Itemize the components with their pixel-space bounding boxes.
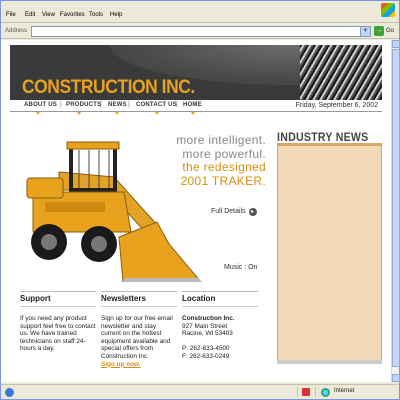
newsletters-body: Sign up for our free email newsletter an… — [101, 315, 177, 368]
internet-zone-icon — [321, 388, 330, 397]
arrow-right-icon: ▸ — [248, 208, 257, 216]
tagline-line-4: 2001 TRAKER. — [180, 173, 266, 188]
status-divider — [297, 387, 298, 397]
support-text: If you need any product support feel fre… — [20, 315, 96, 353]
menu-edit[interactable]: Edit — [25, 12, 35, 18]
go-button[interactable]: Go — [386, 28, 394, 34]
site-nav: ABOUT US | PRODUCTS | NEWS | CONTACT US … — [10, 100, 382, 112]
menu-view[interactable]: View — [42, 12, 55, 18]
divider — [101, 306, 177, 307]
support-heading: Support — [20, 294, 51, 303]
nav-marker-icon — [115, 112, 119, 115]
tagline-line-2: more powerful. — [182, 146, 266, 161]
nav-marker-icon — [155, 112, 159, 115]
menu-tools[interactable]: Tools — [89, 12, 103, 18]
address-label: Address — [5, 28, 28, 34]
nav-contact-us[interactable]: CONTACT US — [136, 102, 177, 108]
location-fax: F: 262-633-0249 — [182, 352, 230, 360]
divider — [182, 291, 258, 292]
divider — [101, 291, 177, 292]
nav-separator: | — [176, 101, 178, 108]
divider — [20, 291, 96, 292]
location-city: Racine, WI 53403 — [182, 330, 233, 338]
site-header-banner: CONSTRUCTION INC. — [10, 45, 382, 100]
nav-news[interactable]: NEWS — [108, 102, 127, 108]
location-body: Construction Inc. 927 Main Street Racine… — [182, 315, 258, 361]
full-details-link[interactable]: Full Details ▸ — [211, 208, 257, 216]
scroll-down-icon[interactable] — [392, 374, 400, 382]
status-divider — [315, 387, 316, 397]
tagline-line-3: the redesigned — [182, 160, 266, 174]
windows-logo-icon — [381, 3, 395, 17]
hero-tagline: more intelligent. more powerful. the red… — [146, 133, 266, 188]
sign-up-link[interactable]: Sign up now. — [101, 361, 141, 368]
status-bar: Internet — [1, 384, 399, 399]
page-viewport: CONSTRUCTION INC. ABOUT US | PRODUCTS | … — [1, 40, 391, 382]
location-phone: P: 262-633-4500 — [182, 345, 230, 353]
vertical-scrollbar[interactable] — [391, 40, 400, 382]
address-bar: Address ▼ → Go — [1, 24, 399, 39]
header-machine-photo — [300, 45, 382, 100]
nav-marker-icon — [191, 112, 195, 115]
newsletters-heading: Newsletters — [101, 294, 146, 303]
menu-bar: File Edit View Favorites Tools Help — [1, 1, 399, 23]
divider — [20, 306, 96, 307]
nav-home[interactable]: HOME — [183, 102, 202, 108]
full-details-label: Full Details — [211, 208, 246, 215]
site-logo[interactable]: CONSTRUCTION INC. — [22, 77, 195, 99]
nav-about-us[interactable]: ABOUT US — [24, 102, 57, 108]
security-zone-label: Internet — [334, 388, 355, 394]
browser-window: File Edit View Favorites Tools Help Addr… — [0, 0, 400, 400]
nav-separator: | — [100, 101, 102, 108]
address-input[interactable]: ▼ — [31, 26, 371, 37]
nav-marker-icon — [36, 112, 40, 115]
chevron-down-icon[interactable]: ▼ — [360, 27, 370, 36]
industry-news-panel — [277, 143, 382, 361]
news-panel-shadow — [277, 360, 382, 364]
menu-favorites[interactable]: Favorites — [60, 12, 85, 18]
menu-help[interactable]: Help — [110, 12, 122, 18]
nav-separator: | — [60, 101, 62, 108]
nav-products[interactable]: PRODUCTS — [66, 102, 101, 108]
industry-news-heading: INDUSTRY NEWS — [277, 130, 369, 144]
location-street: 927 Main Street — [182, 322, 228, 330]
scroll-thumb[interactable] — [392, 49, 400, 367]
menu-file[interactable]: File — [6, 12, 16, 18]
music-toggle[interactable]: Music : On — [224, 264, 257, 271]
scroll-up-icon[interactable] — [392, 40, 400, 48]
location-heading: Location — [182, 294, 216, 303]
location-company: Construction Inc. — [182, 315, 235, 322]
security-icon — [302, 388, 310, 396]
newsletters-text: Sign up for our free email newsletter an… — [101, 315, 173, 360]
nav-separator: | — [128, 101, 130, 108]
tagline-line-1: more intelligent. — [176, 133, 266, 147]
nav-marker-icon — [77, 112, 81, 115]
divider — [182, 306, 258, 307]
current-date: Friday, September 6, 2002 — [295, 102, 378, 109]
go-arrow-icon[interactable]: → — [374, 26, 384, 36]
page-status-icon — [5, 388, 14, 397]
